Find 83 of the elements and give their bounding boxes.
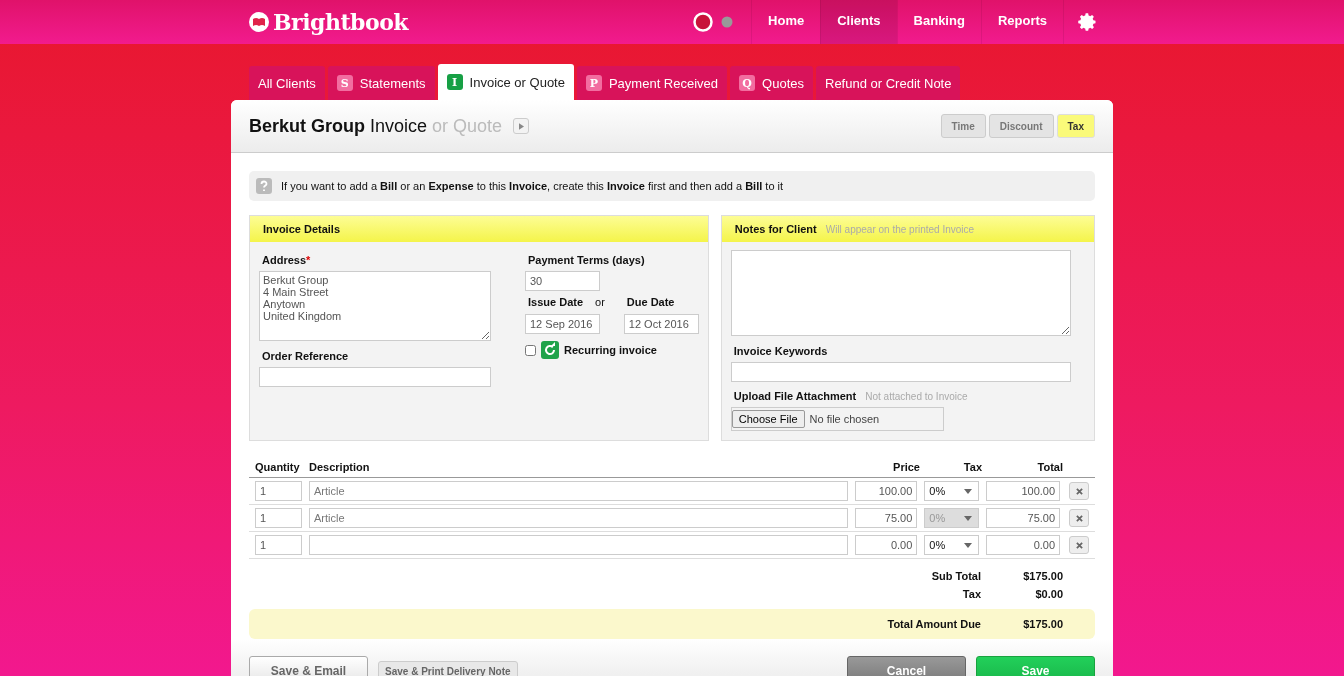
description-field[interactable]: Article (309, 481, 849, 501)
price-field[interactable]: 0.00 (855, 535, 918, 555)
total-label: Total Amount Due (886, 618, 981, 630)
keywords-field[interactable] (730, 362, 1071, 382)
tab[interactable]: S Statements (327, 66, 435, 100)
column-header: Tax (962, 461, 982, 473)
panel-title: Invoice Details (263, 223, 341, 235)
tab[interactable]: P Payment Received (576, 66, 728, 100)
tax-dropdown[interactable]: 0% (924, 481, 980, 501)
file-status: No file chosen (809, 413, 880, 425)
column-header: Description (309, 461, 371, 473)
brand-name: Brightbook (273, 9, 409, 35)
choose-file-button[interactable]: Choose File (731, 410, 805, 428)
tab[interactable]: Q Quotes (730, 66, 813, 100)
recurring-checkbox[interactable] (525, 344, 536, 356)
toggle-button[interactable]: Time (940, 114, 986, 138)
column-header: Quantity (255, 461, 301, 473)
address-field[interactable]: Berkut Group 4 Main Street Anytown United Kingdom (259, 271, 491, 341)
book-logo-icon (248, 11, 270, 33)
cancel-button[interactable]: Cancel (847, 656, 966, 676)
nav-link[interactable]: Home (751, 0, 821, 44)
notes-field[interactable] (730, 250, 1071, 336)
nav-link[interactable]: Banking (896, 0, 981, 44)
remove-line-button[interactable] (1069, 482, 1089, 500)
close-icon (1075, 514, 1083, 522)
tab[interactable]: All Clients (249, 66, 325, 100)
expand-button[interactable] (513, 118, 530, 134)
field-label: Address (262, 254, 307, 266)
remove-line-button[interactable] (1069, 509, 1089, 527)
total-field[interactable]: 0.00 (986, 535, 1061, 555)
column-header: Total (1036, 461, 1063, 473)
or-text: or (595, 296, 605, 310)
field-label: Order Reference (262, 350, 349, 362)
total-label: Tax (961, 588, 981, 600)
panel-title: Notes for Client (734, 223, 817, 235)
field-label: Upload File Attachment (733, 390, 857, 402)
help-icon (256, 178, 272, 194)
field-label: Issue Date (528, 296, 584, 310)
order-reference-field[interactable] (259, 367, 491, 387)
price-field[interactable]: 100.00 (855, 481, 918, 501)
panel-subtitle: Will appear on the printed Invoice (825, 223, 975, 235)
upload-note: Not attached to Invoice (865, 390, 968, 402)
recurring-label: Recurring invoice (564, 344, 657, 356)
nav-link[interactable]: Clients (820, 0, 897, 44)
caret-icon (964, 542, 973, 548)
tab[interactable]: I Invoice or Quote (437, 64, 574, 100)
total-value: $0.00 (1034, 588, 1063, 600)
quantity-field[interactable]: 1 (255, 481, 302, 501)
delivery-note-button[interactable]: Save & Print Delivery Note (378, 661, 518, 676)
required-mark: * (306, 254, 311, 266)
play-icon (518, 122, 524, 130)
repeat-icon (541, 341, 559, 359)
client-name: Berkut Group (249, 115, 365, 137)
status-dot-icon (693, 12, 714, 32)
due-date-field[interactable]: 12 Oct 2016 (623, 314, 699, 334)
document-type: Invoice (370, 115, 428, 137)
alternate-type: or Quote (432, 115, 503, 137)
nav-link[interactable]: Reports (980, 0, 1063, 44)
hint-text: If you want to add a Bill or an Expense to this Invoice, create this Invoice first and then add a Bill to it (281, 180, 784, 192)
quantity-field[interactable]: 1 (255, 535, 302, 555)
field-label: Payment Terms (days) (528, 254, 645, 266)
tax-dropdown[interactable]: 0% (924, 535, 980, 555)
description-field[interactable] (309, 535, 849, 555)
remove-line-button[interactable] (1069, 536, 1089, 554)
tab[interactable]: Refund or Credit Note (816, 66, 961, 100)
payment-terms-field[interactable]: 30 (525, 271, 600, 291)
total-value: $175.00 (1022, 570, 1063, 582)
close-icon (1075, 541, 1083, 549)
total-label: Sub Total (930, 570, 981, 582)
save-email-button[interactable]: Save & Email (249, 656, 368, 676)
caret-icon (964, 515, 973, 521)
caret-icon (964, 488, 973, 494)
toggle-button[interactable]: Tax (1056, 114, 1095, 138)
total-value: $175.00 (1022, 618, 1063, 630)
file-field[interactable]: Choose File No file chosen (730, 407, 944, 431)
column-header: Price (892, 461, 920, 473)
status-dot-icon (721, 16, 734, 28)
toggle-button[interactable]: Discount (988, 114, 1054, 138)
close-icon (1075, 487, 1083, 495)
field-label: Due Date (626, 296, 675, 310)
total-field[interactable]: 100.00 (986, 481, 1061, 501)
issue-date-field[interactable]: 12 Sep 2016 (525, 314, 600, 334)
field-label: Invoice Keywords (733, 345, 828, 357)
